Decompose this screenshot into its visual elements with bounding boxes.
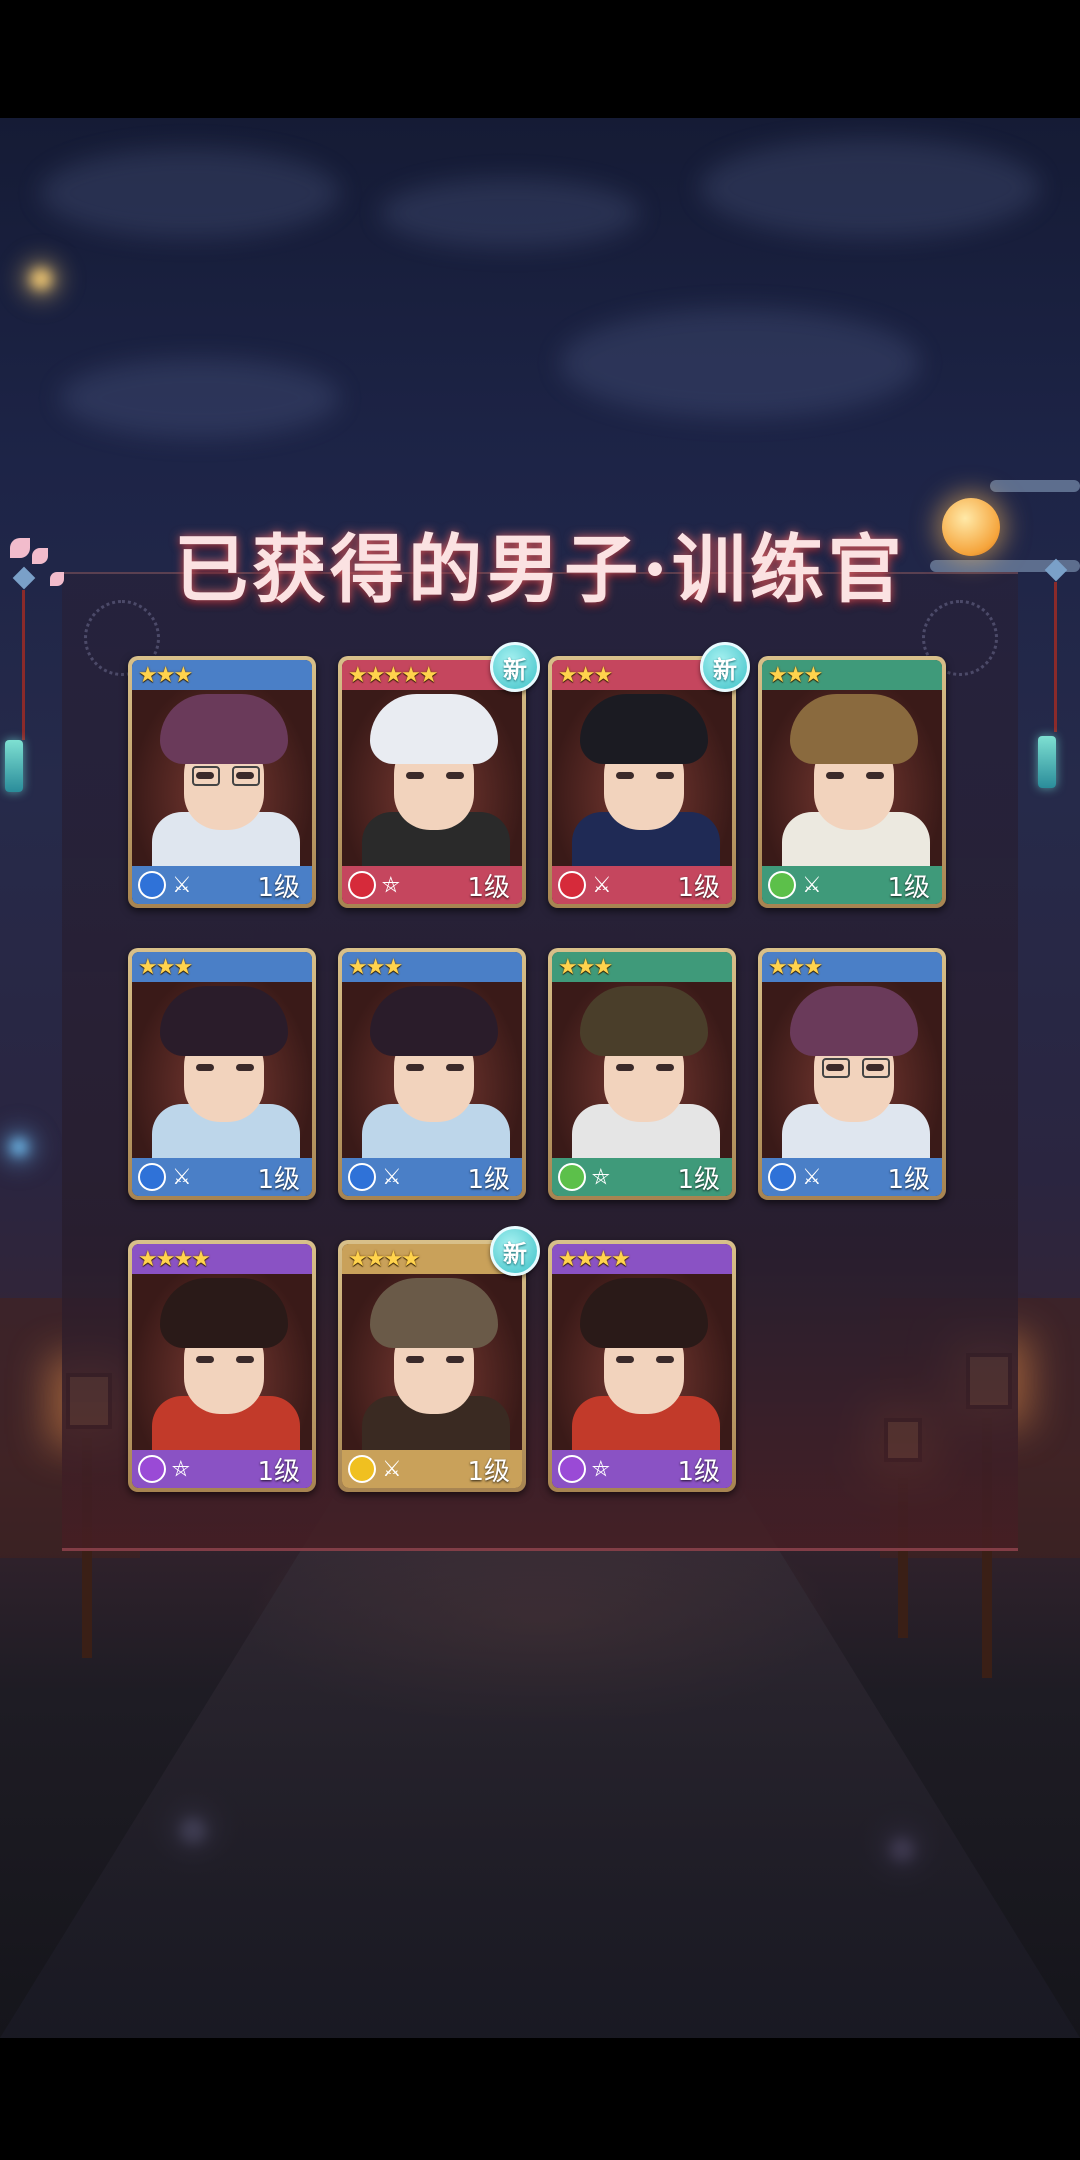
card-info-bar: ⛤ 1级	[552, 1158, 732, 1196]
card-info-bar: ⚔ 1级	[342, 1450, 522, 1488]
rarity-stars: ★★★	[138, 663, 193, 688]
character-card[interactable]: ★★★ ⚔ 1级	[758, 948, 946, 1200]
crossed-swords-icon: ⚔	[802, 872, 822, 898]
card-level: 1级	[677, 1164, 720, 1195]
new-badge: 新	[490, 1226, 540, 1276]
crossed-swords-icon: ⚔	[802, 1164, 822, 1190]
card-level: 1级	[257, 1164, 300, 1195]
rarity-stars: ★★★	[558, 955, 613, 980]
card-level: 1级	[467, 872, 510, 903]
card-level: 1级	[887, 1164, 930, 1195]
water-orb-icon	[138, 871, 166, 899]
character-card[interactable]: ★★★ ⚔ 1级	[758, 656, 946, 908]
card-info-bar: ⛤ 1级	[132, 1450, 312, 1488]
card-level: 1级	[467, 1164, 510, 1195]
wind-swirl-icon	[138, 1455, 166, 1483]
card-level: 1级	[677, 872, 720, 903]
character-portrait	[132, 1274, 312, 1450]
card-level: 1级	[257, 872, 300, 903]
character-portrait	[342, 982, 522, 1158]
character-card[interactable]: ★★★ ⚔ 1级	[128, 656, 316, 908]
character-card[interactable]: ★★★ ⚔ 1级	[128, 948, 316, 1200]
pentagram-icon: ⛤	[172, 1456, 190, 1482]
card-rarity-bar: ★★★	[762, 660, 942, 690]
character-portrait	[762, 690, 942, 866]
character-portrait	[132, 982, 312, 1158]
pentagram-icon: ⛤	[592, 1164, 610, 1190]
rarity-stars: ★★★★★	[348, 663, 439, 688]
character-card[interactable]: ★★★★ ⛤ 1级	[128, 1240, 316, 1492]
water-orb-icon	[348, 1163, 376, 1191]
rarity-stars: ★★★	[768, 955, 823, 980]
leaf-icon	[558, 1163, 586, 1191]
crossed-swords-icon: ⚔	[382, 1456, 402, 1482]
cloud-ornament-icon	[990, 480, 1080, 492]
card-level: 1级	[887, 872, 930, 903]
card-rarity-bar: ★★★	[762, 952, 942, 982]
character-card[interactable]: ★★★★★ ⛤ 1级	[338, 656, 526, 908]
character-portrait	[132, 690, 312, 866]
pentagram-icon: ⛤	[592, 1456, 610, 1482]
fire-drop-icon	[558, 871, 586, 899]
card-level: 1级	[257, 1456, 300, 1487]
character-card[interactable]: ★★★ ⚔ 1级	[548, 656, 736, 908]
card-info-bar: ⚔ 1级	[132, 866, 312, 904]
card-rarity-bar: ★★★	[552, 952, 732, 982]
page-title: 已获得的男子·训练官	[174, 527, 906, 613]
rarity-stars: ★★★★	[558, 1247, 631, 1272]
rarity-stars: ★★★	[348, 955, 403, 980]
rarity-stars: ★★★	[138, 955, 193, 980]
rarity-stars: ★★★	[558, 663, 613, 688]
character-card[interactable]: ★★★★ ⛤ 1级	[548, 1240, 736, 1492]
card-info-bar: ⚔ 1级	[552, 866, 732, 904]
rarity-stars: ★★★★	[138, 1247, 211, 1272]
character-card[interactable]: ★★★★ ⚔ 1级	[338, 1240, 526, 1492]
card-rarity-bar: ★★★★	[132, 1244, 312, 1274]
character-portrait	[552, 982, 732, 1158]
water-orb-icon	[138, 1163, 166, 1191]
character-card[interactable]: ★★★ ⛤ 1级	[548, 948, 736, 1200]
card-info-bar: ⛤ 1级	[342, 866, 522, 904]
card-rarity-bar: ★★★	[132, 952, 312, 982]
character-card[interactable]: ★★★ ⚔ 1级	[338, 948, 526, 1200]
new-badge: 新	[700, 642, 750, 692]
card-rarity-bar: ★★★	[132, 660, 312, 690]
fire-drop-icon	[348, 871, 376, 899]
card-info-bar: ⚔ 1级	[762, 1158, 942, 1196]
card-info-bar: ⚔ 1级	[342, 1158, 522, 1196]
crossed-swords-icon: ⚔	[592, 872, 612, 898]
crossed-swords-icon: ⚔	[172, 872, 192, 898]
character-portrait	[762, 982, 942, 1158]
card-info-bar: ⚔ 1级	[762, 866, 942, 904]
character-portrait	[552, 1274, 732, 1450]
rarity-stars: ★★★	[768, 663, 823, 688]
rarity-stars: ★★★★	[348, 1247, 421, 1272]
card-info-bar: ⚔ 1级	[132, 1158, 312, 1196]
character-portrait	[552, 690, 732, 866]
pentagram-icon: ⛤	[382, 872, 400, 898]
wind-swirl-icon	[558, 1455, 586, 1483]
character-portrait	[342, 1274, 522, 1450]
crossed-swords-icon: ⚔	[382, 1164, 402, 1190]
water-orb-icon	[768, 1163, 796, 1191]
card-rarity-bar: ★★★	[342, 952, 522, 982]
character-portrait	[342, 690, 522, 866]
card-level: 1级	[467, 1456, 510, 1487]
leaf-icon	[768, 871, 796, 899]
card-level: 1级	[677, 1456, 720, 1487]
card-rarity-bar: ★★★★	[552, 1244, 732, 1274]
crossed-swords-icon: ⚔	[172, 1164, 192, 1190]
new-badge: 新	[490, 642, 540, 692]
star-diamond-icon	[348, 1455, 376, 1483]
card-info-bar: ⛤ 1级	[552, 1450, 732, 1488]
